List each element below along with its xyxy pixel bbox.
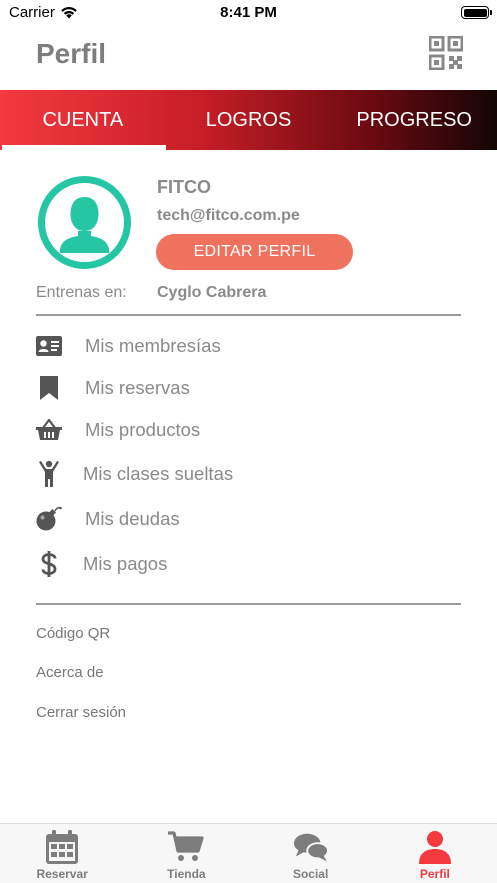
- tabbar-label: Perfil: [419, 867, 450, 881]
- tabbar-label: Social: [292, 867, 329, 881]
- tabbar-item-tienda[interactable]: Tienda: [124, 824, 248, 883]
- page-title: Perfil: [36, 38, 107, 69]
- edit-profile-button[interactable]: EDITAR PERFIL: [156, 234, 353, 270]
- calendar-icon: [44, 830, 80, 864]
- tabbar-item-social[interactable]: Social: [249, 824, 373, 883]
- status-time: 8:41 PM: [220, 4, 277, 21]
- divider: [36, 314, 461, 316]
- gym-label: Entrenas en:: [36, 284, 127, 301]
- qr-code-link[interactable]: Código QR: [36, 625, 110, 642]
- person-icon: [417, 830, 453, 864]
- tab-label: PROGRESO: [356, 108, 472, 131]
- cart-icon: [168, 830, 204, 864]
- menu-item-reservas[interactable]: Mis reservas: [0, 368, 497, 408]
- header: Perfil: [0, 28, 497, 90]
- menu-label: Mis clases sueltas: [83, 463, 234, 484]
- avatar[interactable]: [38, 176, 131, 269]
- menu-label: Mis pagos: [83, 553, 168, 574]
- logout-link[interactable]: Cerrar sesión: [36, 704, 126, 721]
- user-silhouette-icon: [60, 197, 109, 253]
- tab-label: CUENTA: [42, 108, 124, 131]
- tab-label: LOGROS: [205, 108, 292, 131]
- person-raised-arms-icon: [36, 460, 62, 487]
- battery-icon: [461, 6, 492, 19]
- profile-tabs: CUENTA LOGROS PROGRESO: [0, 90, 497, 150]
- menu-item-deudas[interactable]: Mis deudas: [0, 499, 497, 539]
- menu-label: Mis deudas: [85, 508, 180, 529]
- gym-name: Cyglo Cabrera: [157, 284, 267, 301]
- bottom-tab-bar: Reservar Tienda Social Perfil: [0, 823, 497, 883]
- basket-icon: [36, 417, 62, 443]
- status-bar: Carrier 8:41 PM: [0, 0, 497, 28]
- tabbar-item-perfil[interactable]: Perfil: [373, 824, 497, 883]
- bomb-icon: [36, 506, 62, 532]
- menu-label: Mis reservas: [85, 377, 190, 398]
- tabbar-label: Reservar: [36, 867, 88, 881]
- dollar-icon: [36, 551, 62, 577]
- user-email: tech@fitco.com.pe: [157, 207, 300, 224]
- about-link[interactable]: Acerca de: [36, 664, 104, 681]
- menu-label: Mis productos: [85, 419, 201, 440]
- menu-item-productos[interactable]: Mis productos: [0, 410, 497, 450]
- divider: [36, 603, 461, 605]
- tab-cuenta[interactable]: CUENTA: [0, 90, 166, 150]
- menu-item-pagos[interactable]: Mis pagos: [0, 544, 497, 584]
- chat-bubbles-icon: [293, 830, 329, 864]
- menu-label: Mis membresías: [85, 335, 221, 356]
- tab-progreso[interactable]: PROGRESO: [331, 90, 497, 150]
- user-name: FITCO: [157, 177, 211, 197]
- id-card-icon: [36, 333, 62, 359]
- tab-logros[interactable]: LOGROS: [166, 90, 332, 150]
- menu-item-membresias[interactable]: Mis membresías: [0, 326, 497, 366]
- qr-code-icon[interactable]: [428, 35, 464, 71]
- bookmark-icon: [36, 375, 62, 401]
- menu-item-clases-sueltas[interactable]: Mis clases sueltas: [0, 454, 497, 494]
- tabbar-item-reservar[interactable]: Reservar: [0, 824, 124, 883]
- tabbar-label: Tienda: [167, 867, 206, 881]
